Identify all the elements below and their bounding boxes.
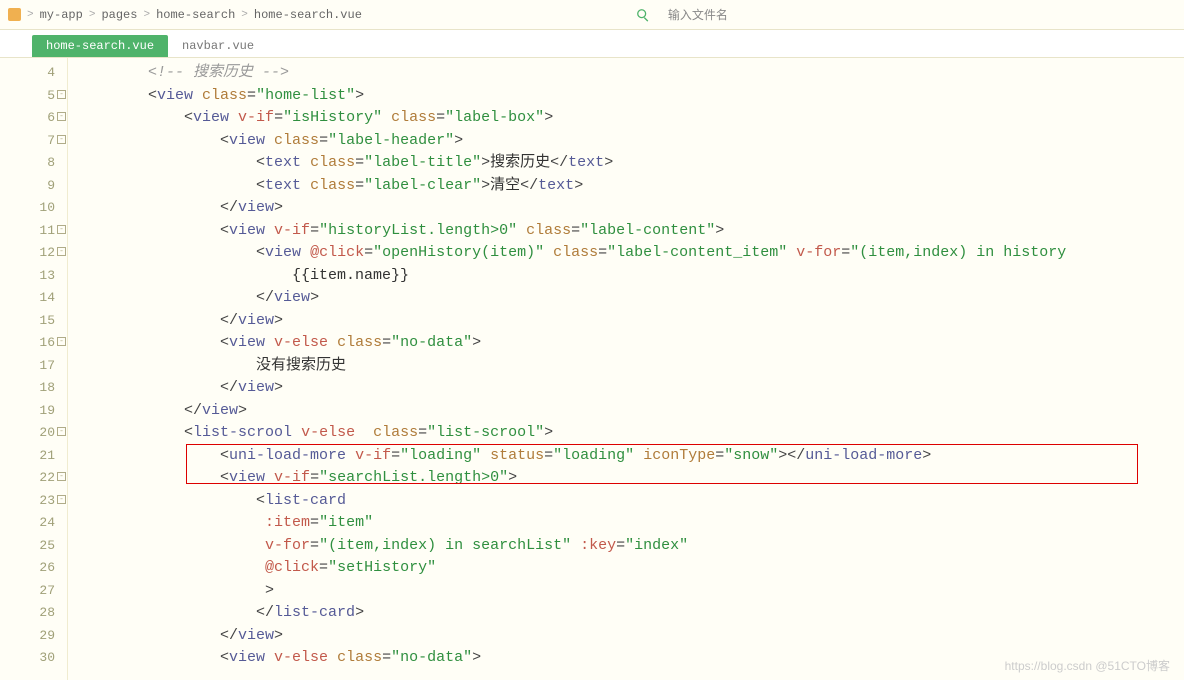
- tab-navbar[interactable]: navbar.vue: [168, 35, 268, 57]
- chevron-right-icon: >: [141, 9, 152, 21]
- code-line[interactable]: </view>: [68, 400, 1184, 423]
- breadcrumb-bar: > my-app > pages > home-search > home-se…: [0, 0, 1184, 30]
- code-line[interactable]: 没有搜索历史: [68, 355, 1184, 378]
- code-area[interactable]: <!-- 搜索历史 --><view class="home-list"> <v…: [68, 58, 1184, 680]
- code-line[interactable]: <view v-else class="no-data">: [68, 332, 1184, 355]
- code-line[interactable]: <view class="home-list">: [68, 85, 1184, 108]
- line-number: 16-: [0, 332, 67, 355]
- line-number: 5-: [0, 85, 67, 108]
- crumb-pages[interactable]: pages: [97, 8, 141, 22]
- crumb-file[interactable]: home-search.vue: [250, 8, 366, 22]
- line-number: 23-: [0, 490, 67, 513]
- line-number: 11-: [0, 220, 67, 243]
- fold-toggle-icon[interactable]: -: [57, 495, 66, 504]
- line-number: 9: [0, 175, 67, 198]
- code-line[interactable]: >: [68, 580, 1184, 603]
- line-number: 14: [0, 287, 67, 310]
- code-line[interactable]: </view>: [68, 197, 1184, 220]
- fold-toggle-icon[interactable]: -: [57, 90, 66, 99]
- chevron-right-icon: >: [239, 9, 250, 21]
- line-number: 6-: [0, 107, 67, 130]
- editor-tabs: home-search.vue navbar.vue: [0, 30, 1184, 58]
- code-line[interactable]: <!-- 搜索历史 -->: [68, 62, 1184, 85]
- fold-toggle-icon[interactable]: -: [57, 225, 66, 234]
- line-number: 17: [0, 355, 67, 378]
- file-icon: [8, 8, 21, 21]
- chevron-right-icon: >: [25, 9, 36, 21]
- code-line[interactable]: </list-card>: [68, 602, 1184, 625]
- line-number: 21: [0, 445, 67, 468]
- line-number: 15: [0, 310, 67, 333]
- line-number: 28: [0, 602, 67, 625]
- search-icon[interactable]: [636, 8, 650, 22]
- crumb-myapp[interactable]: my-app: [36, 8, 87, 22]
- code-line[interactable]: </view>: [68, 625, 1184, 648]
- line-number: 18: [0, 377, 67, 400]
- line-number: 19: [0, 400, 67, 423]
- code-line[interactable]: <list-card: [68, 490, 1184, 513]
- crumb-home-search[interactable]: home-search: [152, 8, 239, 22]
- line-number: 12-: [0, 242, 67, 265]
- filename-input[interactable]: 输入文件名: [668, 6, 728, 23]
- code-editor[interactable]: 45-6-7-891011-12-13141516-17181920-2122-…: [0, 58, 1184, 680]
- code-line[interactable]: v-for="(item,index) in searchList" :key=…: [68, 535, 1184, 558]
- code-line[interactable]: <view v-if="isHistory" class="label-box"…: [68, 107, 1184, 130]
- code-line[interactable]: {{item.name}}: [68, 265, 1184, 288]
- code-line[interactable]: <view @click="openHistory(item)" class="…: [68, 242, 1184, 265]
- chevron-right-icon: >: [87, 9, 98, 21]
- code-line[interactable]: :item="item": [68, 512, 1184, 535]
- line-number: 8: [0, 152, 67, 175]
- code-line[interactable]: <uni-load-more v-if="loading" status="lo…: [68, 445, 1184, 468]
- code-line[interactable]: @click="setHistory": [68, 557, 1184, 580]
- line-number: 26: [0, 557, 67, 580]
- code-line[interactable]: <list-scrool v-else class="list-scrool">: [68, 422, 1184, 445]
- line-number: 22-: [0, 467, 67, 490]
- code-line[interactable]: </view>: [68, 287, 1184, 310]
- code-line[interactable]: <text class="label-clear">清空</text>: [68, 175, 1184, 198]
- line-number: 10: [0, 197, 67, 220]
- line-number: 25: [0, 535, 67, 558]
- code-line[interactable]: <text class="label-title">搜索历史</text>: [68, 152, 1184, 175]
- line-number: 4: [0, 62, 67, 85]
- code-line[interactable]: </view>: [68, 377, 1184, 400]
- code-line[interactable]: <view v-if="searchList.length>0">: [68, 467, 1184, 490]
- fold-toggle-icon[interactable]: -: [57, 247, 66, 256]
- fold-toggle-icon[interactable]: -: [57, 427, 66, 436]
- fold-toggle-icon[interactable]: -: [57, 337, 66, 346]
- fold-toggle-icon[interactable]: -: [57, 135, 66, 144]
- line-number: 13: [0, 265, 67, 288]
- line-number: 7-: [0, 130, 67, 153]
- line-gutter: 45-6-7-891011-12-13141516-17181920-2122-…: [0, 58, 68, 680]
- code-line[interactable]: <view class="label-header">: [68, 130, 1184, 153]
- line-number: 27: [0, 580, 67, 603]
- fold-toggle-icon[interactable]: -: [57, 112, 66, 121]
- code-line[interactable]: </view>: [68, 310, 1184, 333]
- code-line[interactable]: <view v-if="historyList.length>0" class=…: [68, 220, 1184, 243]
- watermark: https://blog.csdn @51CTO博客: [1005, 657, 1170, 674]
- tab-home-search[interactable]: home-search.vue: [32, 35, 168, 57]
- line-number: 30: [0, 647, 67, 670]
- fold-toggle-icon[interactable]: -: [57, 472, 66, 481]
- line-number: 24: [0, 512, 67, 535]
- line-number: 20-: [0, 422, 67, 445]
- line-number: 29: [0, 625, 67, 648]
